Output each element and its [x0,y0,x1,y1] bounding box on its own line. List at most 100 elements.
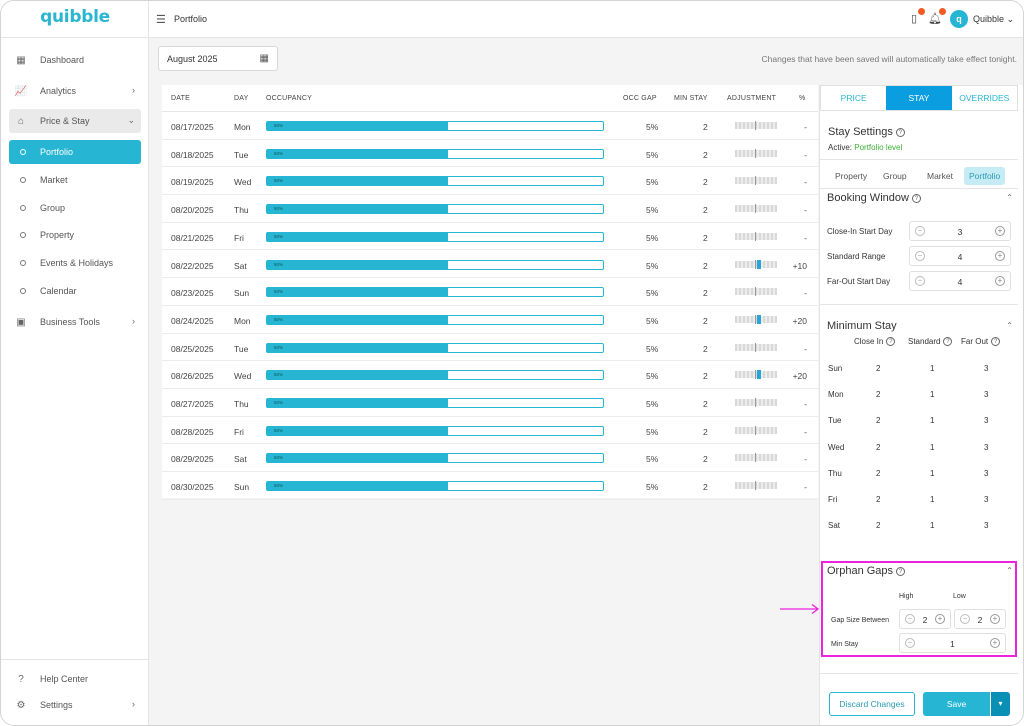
close-in-value[interactable]: 2 [876,364,880,373]
close-in-start-stepper[interactable]: − 3 + [909,221,1011,241]
tab-price[interactable]: PRICE [821,86,886,110]
adjustment-slider[interactable] [735,398,777,407]
table-row[interactable]: 08/18/2025 Tue 50% 5% 2 - [162,140,818,168]
save-options-dropdown[interactable]: ▾ [991,692,1010,716]
close-in-value[interactable]: 2 [876,495,880,504]
help-icon[interactable]: ? [943,337,953,347]
close-in-value[interactable]: 2 [876,443,880,452]
gap-high-stepper[interactable]: − 2 + [899,609,951,629]
close-in-value[interactable]: 2 [876,521,880,530]
plus-icon[interactable]: + [990,638,1000,648]
sidebar-item-business-tools[interactable]: ▣ Business Tools › [9,310,141,334]
standard-value[interactable]: 1 [930,469,934,478]
standard-value[interactable]: 1 [930,443,934,452]
level-tab-group[interactable]: Group [878,167,912,185]
far-out-value[interactable]: 3 [984,443,988,452]
plus-icon[interactable]: + [995,226,1005,236]
level-tab-portfolio[interactable]: Portfolio [964,167,1006,185]
plus-icon[interactable]: + [990,614,1000,624]
sidebar-item-events-holidays[interactable]: Events & Holidays [9,251,141,275]
avatar[interactable]: q [950,10,968,28]
standard-value[interactable]: 1 [930,521,934,530]
sidebar-item-market[interactable]: Market [9,168,141,192]
adjustment-slider[interactable] [735,453,777,463]
sidebar-item-portfolio[interactable]: Portfolio [9,140,141,164]
column-header[interactable]: OCCUPANCY [266,95,312,102]
menu-collapse-icon[interactable]: ☰ [156,13,166,26]
table-row[interactable]: 08/27/2025 Thu 50% 5% 2 - [162,389,818,417]
table-row[interactable]: 08/19/2025 Wed 50% 5% 2 - [162,167,818,196]
slider-handle[interactable] [757,259,761,269]
collapse-caret-icon[interactable]: ⌃ [1006,321,1013,330]
plus-icon[interactable]: + [995,251,1005,261]
column-header[interactable]: MIN STAY [674,95,708,102]
sidebar-item-dashboard[interactable]: ▦ Dashboard [9,48,141,72]
discard-changes-button[interactable]: Discard Changes [829,692,915,716]
adjustment-slider[interactable] [735,481,777,491]
slider-handle[interactable] [757,314,761,324]
adjustment-slider[interactable] [735,231,777,241]
table-row[interactable]: 08/20/2025 Thu 50% 5% 2 - [162,195,818,223]
far-out-value[interactable]: 3 [984,416,988,425]
help-icon[interactable]: ? [911,193,921,203]
table-row[interactable]: 08/24/2025 Mon 50% 5% 2 +20 [162,306,818,334]
table-row[interactable]: 08/22/2025 Sat 50% 5% 2 +10 [162,251,818,279]
adjustment-slider[interactable] [735,314,777,324]
gap-low-stepper[interactable]: − 2 + [954,609,1006,629]
help-icon[interactable]: ? [991,337,1001,347]
column-header[interactable]: ADJUSTMENT [727,95,776,102]
adjustment-slider[interactable] [735,176,777,186]
adjustment-slider[interactable] [735,259,777,269]
column-header[interactable]: DAY [234,95,248,102]
table-row[interactable]: 08/25/2025 Tue 50% 5% 2 - [162,334,818,362]
table-row[interactable]: 08/26/2025 Wed 50% 5% 2 +20 [162,361,818,389]
table-row[interactable]: 08/17/2025 Mon 50% 5% 2 - [162,112,818,140]
far-out-value[interactable]: 3 [984,390,988,399]
far-out-value[interactable]: 3 [984,469,988,478]
table-row[interactable]: 08/29/2025 Sat 50% 5% 2 - [162,444,818,473]
orphan-min-stay-stepper[interactable]: − 1 + [899,633,1006,653]
help-icon[interactable]: ? [886,337,896,347]
sidebar-item-analytics[interactable]: 📈 Analytics › [9,79,141,103]
help-center-link[interactable]: ? Help Center [9,667,141,691]
close-in-value[interactable]: 2 [876,416,880,425]
sidebar-item-price-stay[interactable]: ⌂ Price & Stay ⌄ [9,109,141,133]
help-icon[interactable]: ? [896,566,906,576]
level-tab-property[interactable]: Property [830,167,872,185]
far-out-value[interactable]: 3 [984,364,988,373]
plus-icon[interactable]: + [935,614,945,624]
collapse-caret-icon[interactable]: ⌃ [1006,193,1013,202]
standard-range-stepper[interactable]: − 4 + [909,246,1011,266]
adjustment-slider[interactable] [735,204,777,214]
standard-value[interactable]: 1 [930,364,934,373]
column-header[interactable]: DATE [171,95,190,102]
far-out-start-stepper[interactable]: − 4 + [909,271,1011,291]
adjustment-slider[interactable] [735,121,777,130]
standard-value[interactable]: 1 [930,416,934,425]
adjustment-slider[interactable] [735,287,777,297]
sidebar-item-group[interactable]: Group [9,196,141,220]
standard-value[interactable]: 1 [930,495,934,504]
adjustment-slider[interactable] [735,425,777,435]
tab-stay[interactable]: STAY [886,86,952,110]
sidebar-item-property[interactable]: Property [9,223,141,247]
adjustment-slider[interactable] [735,342,777,352]
save-button[interactable]: Save [923,692,990,716]
far-out-value[interactable]: 3 [984,495,988,504]
table-row[interactable]: 08/23/2025 Sun 50% 5% 2 - [162,278,818,306]
bell-icon[interactable]: 🔔︎ [928,8,946,26]
table-row[interactable]: 08/28/2025 Fri 50% 5% 2 - [162,417,818,445]
slider-handle[interactable] [757,370,761,380]
sidebar-item-calendar[interactable]: Calendar [9,279,141,303]
collapse-caret-icon[interactable]: ⌃ [1006,566,1013,575]
adjustment-slider[interactable] [735,148,777,158]
clipboard-icon[interactable]: ▯ [907,8,925,26]
month-picker[interactable]: August 2025 ▦ [158,46,278,71]
help-icon[interactable]: ? [895,127,905,137]
close-in-value[interactable]: 2 [876,390,880,399]
level-tab-market[interactable]: Market [922,167,958,185]
user-menu[interactable]: Quibble ⌄ [973,14,1014,25]
standard-value[interactable]: 1 [930,390,934,399]
far-out-value[interactable]: 3 [984,521,988,530]
table-row[interactable]: 08/21/2025 Fri 50% 5% 2 - [162,223,818,251]
